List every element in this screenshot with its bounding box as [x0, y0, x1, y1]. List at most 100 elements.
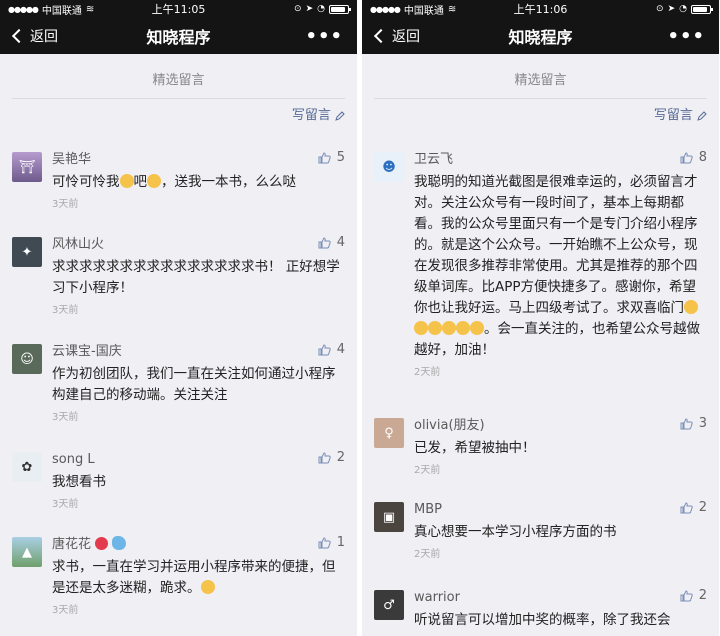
- like-count: 5: [336, 150, 345, 165]
- comment-item: ☺ 云课宝-国庆 4 作为初创团队，我们一直在关注如何通过小程序构建自己的移动端…: [0, 332, 357, 440]
- comment-author: 卫云飞: [414, 152, 454, 167]
- smile-emoji-icon: [200, 580, 215, 594]
- write-comment-label: 写留言: [291, 108, 331, 123]
- nav-bar: 返回 知晓程序 •••: [0, 18, 357, 54]
- comment-time: 2天前: [414, 549, 441, 560]
- status-bar: ●●●●● 中国联通 ≋ 上午11:05 ⊙ ➤ ◔: [0, 0, 357, 18]
- comment-time: 2天前: [414, 465, 441, 476]
- more-button[interactable]: •••: [667, 26, 719, 47]
- thumbs-up-icon: [680, 151, 693, 163]
- comment-text: 可怜可怜我吧，送我一本书，么么哒: [52, 174, 296, 190]
- laugh-emoji-icon: [470, 321, 484, 335]
- comment-item: ♂ warrior 2 听说留言可以增加中奖的概率，除了我还会: [362, 578, 719, 636]
- like-count: 3: [698, 416, 707, 431]
- like-button[interactable]: 1: [318, 535, 345, 550]
- like-button[interactable]: 5: [318, 150, 345, 165]
- comment-author: 风林山火: [52, 237, 105, 252]
- comment-text: 求书，一直在学习并运用小程序带来的便捷，但是还是太多迷糊，跪求。: [52, 559, 336, 596]
- comment-author: 唐花花: [52, 535, 343, 555]
- comment-item: ✿ song L 2 我想看书 3天前: [0, 440, 357, 525]
- thumbs-up-icon: [318, 343, 331, 355]
- like-count: 8: [698, 150, 707, 165]
- comment-item: ♀ olivia(朋友) 3 已发，希望被抽中！ 2天前: [362, 406, 719, 490]
- back-button[interactable]: 返回: [0, 26, 58, 46]
- section-header: 精选留言: [362, 64, 719, 99]
- comment-author: MBP: [414, 502, 442, 517]
- comment-time: 3天前: [52, 305, 79, 316]
- laugh-emoji-icon: [442, 321, 456, 335]
- comment-author: olivia(朋友): [414, 418, 485, 433]
- avatar: ▲: [12, 537, 42, 567]
- comment-text: 真心想要一本学习小程序方面的书: [414, 524, 617, 540]
- back-label: 返回: [392, 29, 420, 45]
- comment-item: ☻ 卫云飞 8 我聪明的知道光截图是很难幸运的，必须留言才对。关注公众号有一段时…: [362, 140, 719, 406]
- back-button[interactable]: 返回: [362, 26, 420, 46]
- chevron-left-icon: [373, 28, 389, 44]
- like-button[interactable]: 4: [318, 342, 345, 357]
- hibiscus-emoji-icon: [95, 537, 109, 550]
- back-label: 返回: [30, 29, 58, 45]
- comment-time: 2天前: [414, 367, 441, 378]
- thumbs-up-icon: [318, 451, 331, 463]
- thumbs-up-icon: [318, 536, 331, 548]
- comment-author: song L: [52, 452, 95, 467]
- comment-item: ✦ 风林山火 4 求求求求求求求求求求求求求求求书！ 正好想学习下小程序！ 3天…: [0, 225, 357, 332]
- like-count: 2: [336, 450, 345, 465]
- write-comment-link[interactable]: 写留言: [362, 102, 719, 130]
- comment-text: 求求求求求求求求求求求求求求求书！ 正好想学习下小程序！: [52, 259, 340, 296]
- location-icon: ➤: [305, 4, 314, 14]
- write-comment-link[interactable]: 写留言: [0, 102, 357, 130]
- avatar: ⛩: [12, 152, 42, 182]
- comment-list: ⛩ 吴艳华 5 可怜可怜我吧，送我一本书，么么哒 3天前 ✦ 风林山火 4 求求…: [0, 130, 357, 635]
- battery-icon: [329, 4, 351, 14]
- rotation-lock-icon: ⊙: [294, 4, 302, 14]
- thumbs-up-icon: [680, 501, 693, 513]
- like-count: 2: [698, 500, 707, 515]
- like-button[interactable]: 8: [680, 150, 707, 165]
- avatar: ▣: [374, 502, 404, 532]
- like-count: 4: [336, 342, 345, 357]
- comment-time: 3天前: [52, 199, 79, 210]
- thumbs-up-icon: [680, 589, 693, 601]
- laugh-emoji-icon: [456, 321, 470, 335]
- screen-left: ●●●●● 中国联通 ≋ 上午11:05 ⊙ ➤ ◔ 返回 知晓程序 ••• 精…: [0, 0, 357, 636]
- pencil-icon: [335, 110, 345, 121]
- rotation-lock-icon: ⊙: [656, 4, 664, 14]
- avatar: ✦: [12, 237, 42, 267]
- divider: [374, 98, 707, 99]
- like-button[interactable]: 4: [318, 235, 345, 250]
- comment-author: 吴艳华: [52, 152, 92, 167]
- grin-emoji-icon: [684, 300, 698, 314]
- alarm-icon: ◔: [317, 4, 325, 14]
- nav-bar: 返回 知晓程序 •••: [362, 18, 719, 54]
- comment-text: 已发，希望被抽中！: [414, 440, 536, 456]
- like-button[interactable]: 2: [680, 500, 707, 515]
- status-bar: ●●●●● 中国联通 ≋ 上午11:06 ⊙ ➤ ◔: [362, 0, 719, 18]
- divider: [12, 98, 345, 99]
- comment-text: 我想看书: [52, 474, 106, 490]
- like-button[interactable]: 3: [680, 416, 707, 431]
- comment-list: ☻ 卫云飞 8 我聪明的知道光截图是很难幸运的，必须留言才对。关注公众号有一段时…: [362, 130, 719, 636]
- chevron-left-icon: [11, 28, 27, 44]
- comment-author: warrior: [414, 590, 460, 605]
- grin-emoji-icon: [414, 321, 428, 335]
- like-button[interactable]: 2: [680, 588, 707, 603]
- section-title: 精选留言: [152, 73, 205, 88]
- thumbs-up-icon: [318, 236, 331, 248]
- write-comment-label: 写留言: [653, 108, 693, 123]
- pencil-icon: [697, 110, 707, 121]
- like-button[interactable]: 2: [318, 450, 345, 465]
- avatar: ♀: [374, 418, 404, 448]
- battery-icon: [691, 4, 713, 14]
- comment-text: 我聪明的知道光截图是很难幸运的，必须留言才对。关注公众号有一段时间了，基本上每期…: [414, 174, 700, 358]
- like-count: 4: [336, 235, 345, 250]
- comment-item: ▲ 唐花花 1 求书，一直在学习并运用小程序带来的便捷，但是还是太多迷糊，跪求。…: [0, 525, 357, 635]
- like-count: 2: [698, 588, 707, 603]
- screen-right: ●●●●● 中国联通 ≋ 上午11:06 ⊙ ➤ ◔ 返回 知晓程序 ••• 精…: [362, 0, 719, 636]
- crying-emoji-icon: [119, 174, 134, 188]
- comment-time: 3天前: [52, 499, 79, 510]
- avatar: ☺: [12, 344, 42, 374]
- section-header: 精选留言: [0, 64, 357, 99]
- location-icon: ➤: [667, 4, 676, 14]
- more-button[interactable]: •••: [305, 26, 357, 47]
